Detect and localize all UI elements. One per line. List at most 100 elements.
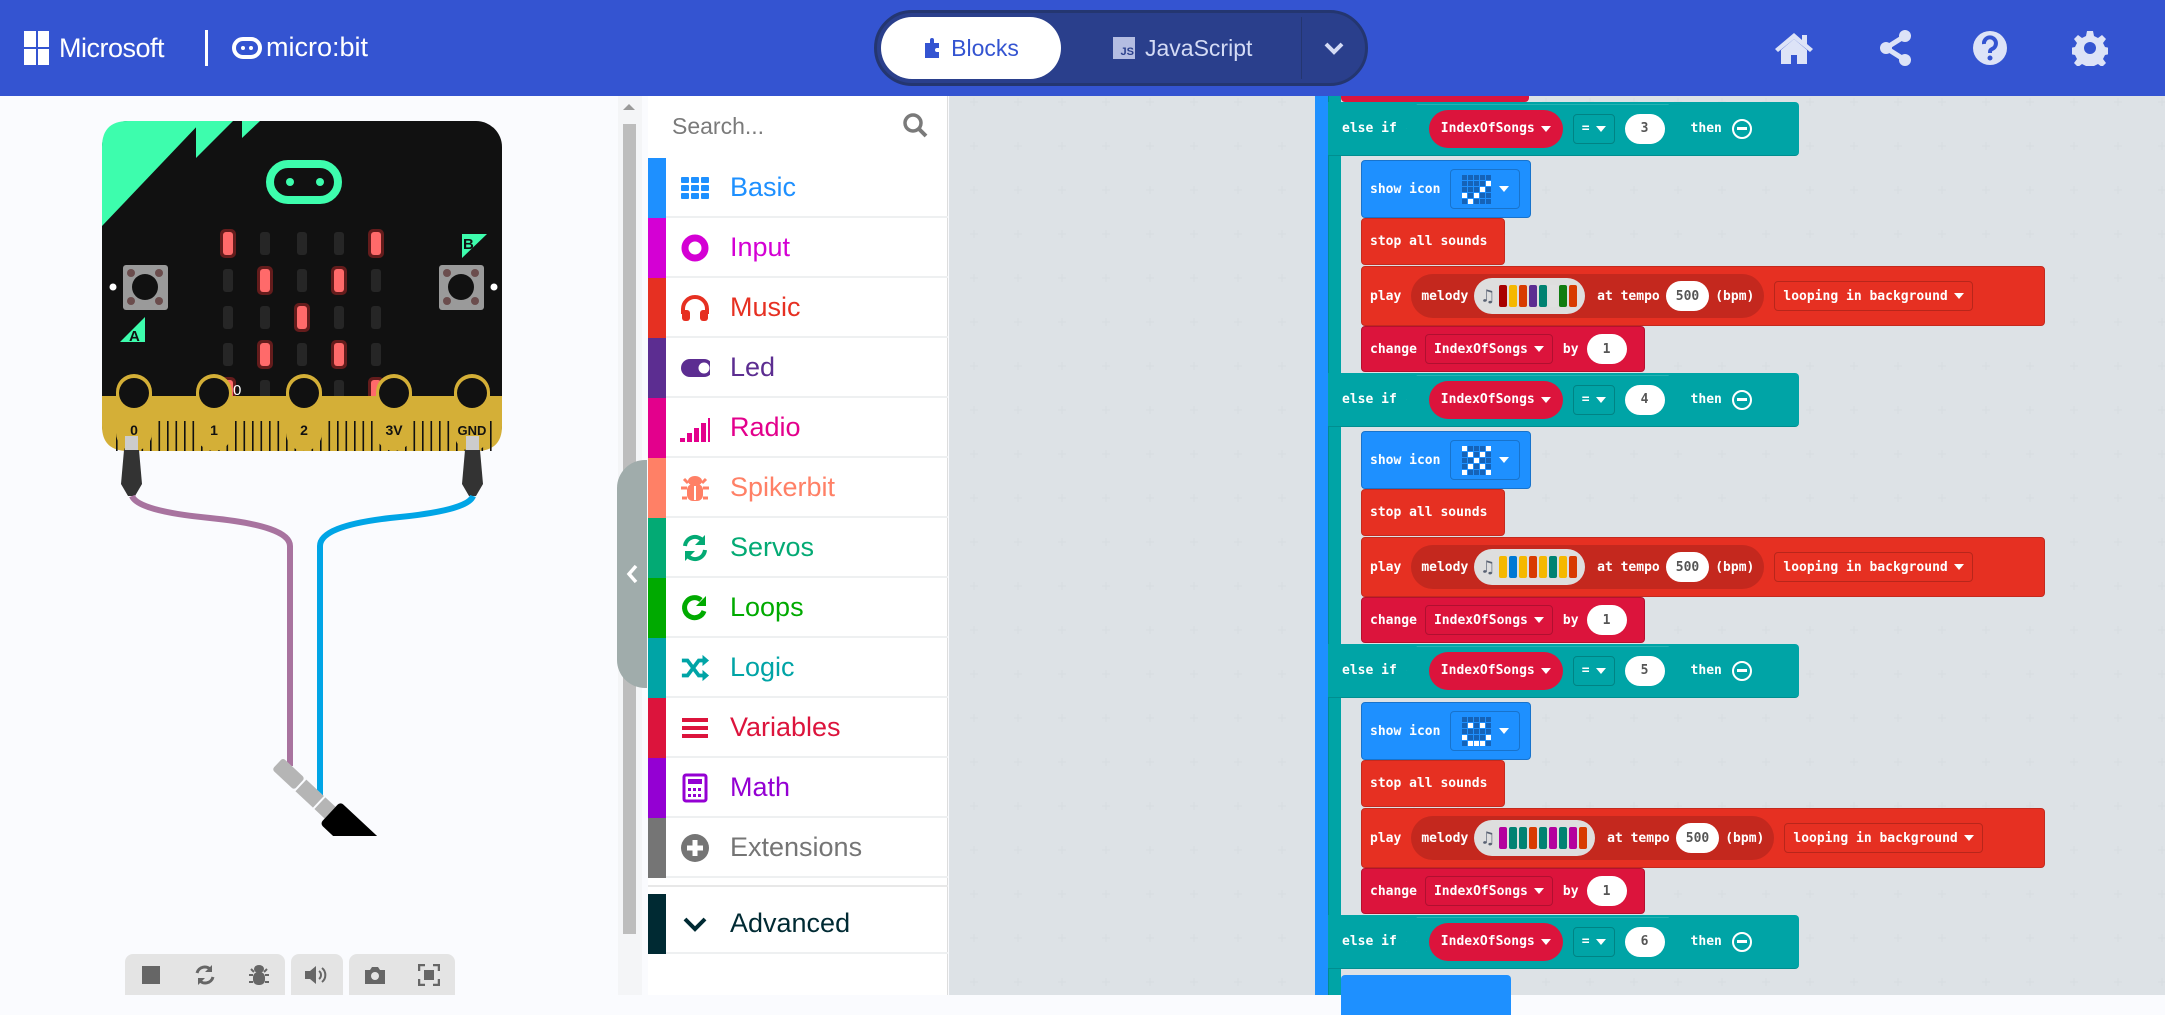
comparison-block[interactable]: IndexOfSongs = 3 <box>1407 105 1679 153</box>
category-loops[interactable]: Loops <box>648 578 948 638</box>
category-spikerbit[interactable]: Spikerbit <box>648 458 948 518</box>
share-button[interactable] <box>1874 26 1918 70</box>
variable-dropdown[interactable]: IndexOfSongs <box>1429 381 1563 419</box>
screenshot-button[interactable] <box>361 961 389 989</box>
collapse-simulator-button[interactable] <box>617 460 647 688</box>
compare-value-input[interactable]: 6 <box>1625 927 1665 957</box>
category-led[interactable]: Led <box>648 338 948 398</box>
category-radio[interactable]: Radio <box>648 398 948 458</box>
tempo-input[interactable]: 500 <box>1665 552 1710 582</box>
microbit-logo[interactable]: micro:bit <box>232 32 368 63</box>
microbit-board[interactable]: A B 0 1 2 3V GND 0 <box>90 116 610 836</box>
category-music[interactable]: Music <box>648 278 948 338</box>
category-variables[interactable]: Variables <box>648 698 948 758</box>
variable-dropdown[interactable]: IndexOfSongs <box>1424 605 1553 635</box>
variable-dropdown[interactable]: IndexOfSongs <box>1429 652 1563 690</box>
tempo-input[interactable]: 500 <box>1665 281 1710 311</box>
playback-mode-dropdown[interactable]: looping in background <box>1784 823 1983 853</box>
loop-icon <box>680 593 710 623</box>
category-logic[interactable]: Logic <box>648 638 948 698</box>
remove-branch-icon[interactable] <box>1731 931 1752 952</box>
change-amount-input[interactable]: 1 <box>1586 876 1627 906</box>
melody-block[interactable]: melody ♫ at tempo 500 (bpm) <box>1411 816 1775 860</box>
debug-button[interactable] <box>245 961 273 989</box>
fullscreen-button[interactable] <box>415 961 443 989</box>
playback-mode-dropdown[interactable]: looping in background <box>1774 281 1973 311</box>
else-if-block[interactable]: else if IndexOfSongs = 5 then <box>1328 644 1799 698</box>
mute-button[interactable] <box>303 961 331 989</box>
icon-picker[interactable] <box>1450 169 1521 209</box>
comparison-block[interactable]: IndexOfSongs = 4 <box>1407 376 1679 424</box>
variable-dropdown[interactable]: IndexOfSongs <box>1424 334 1553 364</box>
show-icon-block[interactable]: show icon <box>1361 431 1531 489</box>
play-melody-block[interactable]: play melody ♫ at tempo 500 (bpm) looping… <box>1361 537 2045 597</box>
else-if-block[interactable]: else if IndexOfSongs = 4 then <box>1328 373 1799 427</box>
stop-all-sounds-block[interactable]: stop all sounds <box>1361 760 1505 807</box>
play-melody-block[interactable]: play melody ♫ at tempo 500 (bpm) looping… <box>1361 808 2045 868</box>
comparison-block[interactable]: IndexOfSongs = 5 <box>1407 647 1679 695</box>
category-math[interactable]: Math <box>648 758 948 818</box>
change-amount-input[interactable]: 1 <box>1586 334 1627 364</box>
category-basic[interactable]: Basic <box>648 158 948 218</box>
microsoft-logo[interactable]: Microsoft <box>24 31 165 65</box>
icon-picker[interactable] <box>1450 711 1521 751</box>
variable-dropdown[interactable]: IndexOfSongs <box>1424 876 1553 906</box>
variable-dropdown[interactable]: IndexOfSongs <box>1429 110 1563 148</box>
button-b[interactable] <box>439 265 484 310</box>
stop-button[interactable] <box>137 961 165 989</box>
scroll-up-arrow-icon[interactable] <box>623 104 635 110</box>
show-icon-block[interactable]: show icon <box>1361 160 1531 218</box>
change-variable-block[interactable]: change IndexOfSongs by 1 <box>1361 597 1645 643</box>
category-advanced[interactable]: Advanced <box>648 894 948 954</box>
remove-branch-icon[interactable] <box>1731 660 1752 681</box>
operator-dropdown[interactable]: = <box>1573 114 1615 144</box>
pin-1[interactable]: 1 <box>196 374 232 451</box>
remove-branch-icon[interactable] <box>1731 118 1752 139</box>
else-if-block[interactable]: else if IndexOfSongs = 3 then <box>1328 102 1799 156</box>
tab-javascript[interactable]: JS JavaScript <box>1113 17 1313 79</box>
variable-name: IndexOfSongs <box>1433 341 1528 357</box>
stop-all-sounds-block[interactable]: stop all sounds <box>1361 218 1505 265</box>
dropdown-arrow-icon <box>1541 939 1551 945</box>
compare-value-input[interactable]: 5 <box>1625 656 1665 686</box>
melody-editor[interactable]: ♫ <box>1474 549 1586 585</box>
search-icon[interactable] <box>902 112 928 138</box>
language-dropdown-button[interactable] <box>1301 17 1367 79</box>
home-button[interactable] <box>1772 26 1816 70</box>
variable-dropdown[interactable]: IndexOfSongs <box>1429 923 1563 961</box>
change-amount-input[interactable]: 1 <box>1586 605 1627 635</box>
melody-editor[interactable]: ♫ <box>1474 820 1596 856</box>
icon-picker[interactable] <box>1450 440 1521 480</box>
tempo-input[interactable]: 500 <box>1675 823 1720 853</box>
pin-2[interactable]: 2 <box>286 374 322 451</box>
play-melody-block[interactable]: play melody ♫ at tempo 500 (bpm) looping… <box>1361 266 2045 326</box>
melody-block[interactable]: melody ♫ at tempo 500 (bpm) <box>1411 274 1765 318</box>
else-if-block[interactable]: else if IndexOfSongs = 6 then <box>1328 915 1799 969</box>
operator-dropdown[interactable]: = <box>1573 927 1615 957</box>
stop-all-sounds-block[interactable]: stop all sounds <box>1361 489 1505 536</box>
change-variable-block[interactable]: change IndexOfSongs by 1 <box>1361 326 1645 372</box>
help-button[interactable] <box>1968 26 2012 70</box>
pin-3v[interactable]: 3V <box>376 374 412 451</box>
change-variable-block[interactable]: change IndexOfSongs by 1 <box>1361 868 1645 914</box>
blocks-workspace[interactable]: else if IndexOfSongs = 3 then show icon … <box>949 96 2165 1015</box>
melody-editor[interactable]: ♫ <box>1474 278 1586 314</box>
operator-dropdown[interactable]: = <box>1573 385 1615 415</box>
show-icon-block[interactable]: show icon <box>1361 702 1531 760</box>
playback-mode-dropdown[interactable]: looping in background <box>1774 552 1973 582</box>
button-a[interactable] <box>123 265 168 310</box>
compare-value: 6 <box>1640 934 1649 949</box>
melody-block[interactable]: melody ♫ at tempo 500 (bpm) <box>1411 545 1765 589</box>
category-input[interactable]: Input <box>648 218 948 278</box>
remove-branch-icon[interactable] <box>1731 389 1752 410</box>
operator-dropdown[interactable]: = <box>1573 656 1615 686</box>
settings-button[interactable] <box>2068 26 2112 70</box>
restart-button[interactable] <box>191 961 219 989</box>
tab-blocks[interactable]: Blocks <box>881 17 1061 79</box>
search-input[interactable] <box>672 108 892 144</box>
compare-value-input[interactable]: 4 <box>1625 385 1665 415</box>
comparison-block[interactable]: IndexOfSongs = 6 <box>1407 918 1679 966</box>
category-servos[interactable]: Servos <box>648 518 948 578</box>
compare-value-input[interactable]: 3 <box>1625 114 1665 144</box>
category-extensions[interactable]: Extensions <box>648 818 948 878</box>
